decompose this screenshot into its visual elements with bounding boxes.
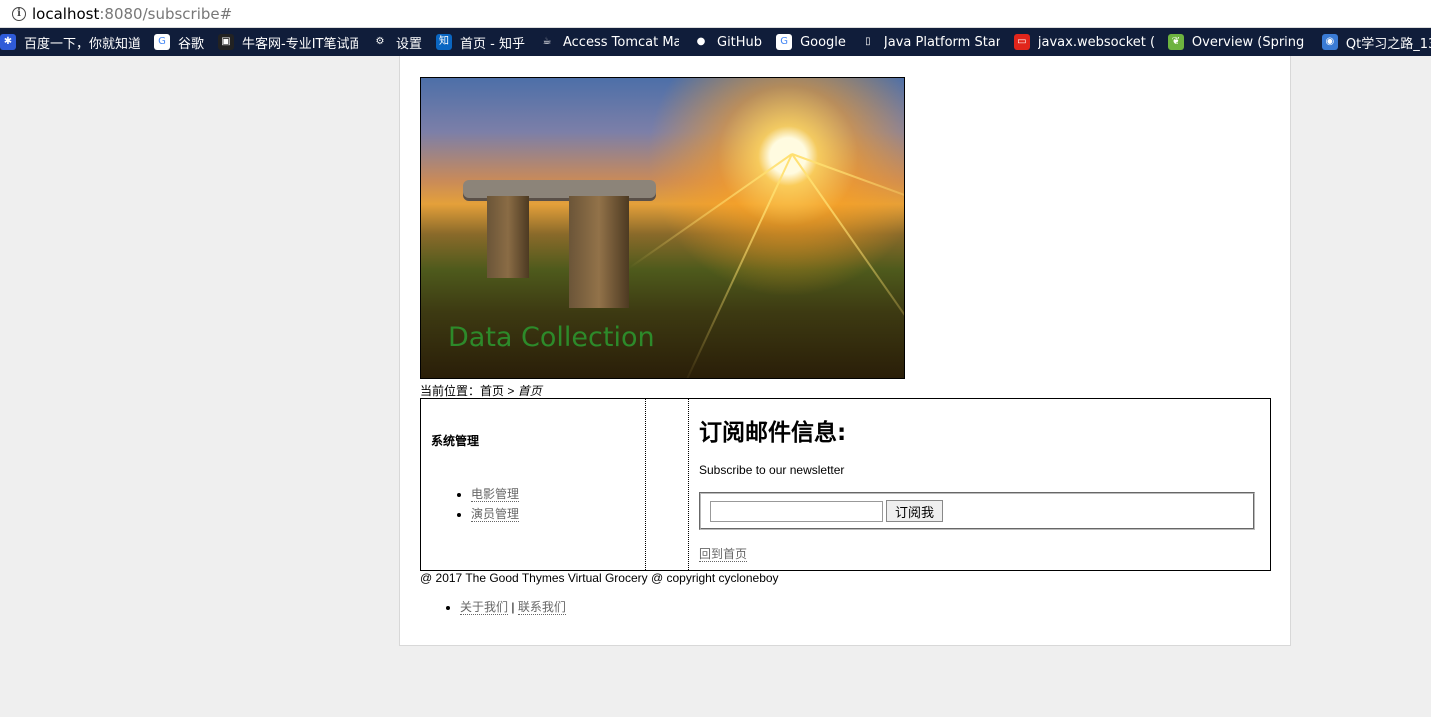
baidu-icon: ✱: [0, 34, 16, 50]
bookmark-label: 首页 - 知乎: [460, 36, 525, 52]
spacer-column: [646, 399, 689, 570]
address-bar[interactable]: i localhost:8080/subscribe#: [0, 0, 1431, 28]
oracle-icon: ▭: [1013, 34, 1030, 50]
breadcrumb-current: 首页: [517, 384, 542, 398]
gear-icon: ⚙: [372, 34, 389, 50]
main-content: 订阅邮件信息: Subscribe to our newsletter 订阅我 …: [689, 399, 1270, 570]
bookmark-item[interactable]: ✱ 百度一下，你就知道: [0, 28, 140, 56]
bookmark-item[interactable]: 知首页 - 知乎: [436, 28, 525, 56]
sidebar-menu: 电影管理 演员管理: [471, 484, 635, 524]
breadcrumb-prefix: 当前位置：首页 >: [420, 384, 518, 398]
bookmark-label: javax.websocket (Ja: [1037, 34, 1154, 50]
bookmark-label: Overview (Spring Fr: [1191, 34, 1308, 50]
movie-management-link[interactable]: 电影管理: [471, 487, 520, 502]
zhihu-icon: 知: [436, 34, 453, 50]
google-icon: G: [154, 34, 170, 50]
spring-icon: ❦: [1167, 34, 1184, 50]
bookmark-item[interactable]: ⚙ 设置: [372, 28, 422, 56]
breadcrumb: 当前位置：首页 > 首页: [420, 382, 542, 399]
bookmark-label: 牛客网-专业IT笔试面: [242, 36, 359, 52]
bookmark-item[interactable]: G 谷歌: [154, 28, 204, 56]
subscribe-description: Subscribe to our newsletter: [699, 463, 845, 477]
java-icon: ☕: [539, 34, 555, 50]
bookmark-item[interactable]: ▭ javax.websocket (Ja: [1013, 28, 1154, 56]
sidebar-item-actors: 演员管理: [471, 504, 635, 524]
bookmark-label: 设置: [396, 36, 423, 52]
back-home-link[interactable]: 回到首页: [699, 547, 748, 562]
bookmark-item[interactable]: ▯ Java Platform Stand: [859, 28, 1000, 56]
github-icon: ●: [693, 34, 709, 50]
google-icon: G: [776, 34, 793, 50]
content-layout: 系统管理 电影管理 演员管理 订阅邮件信息: Subscribe to our …: [420, 398, 1271, 571]
page-container: Data Collection 当前位置：首页 > 首页 系统管理 电影管理 演…: [399, 56, 1291, 646]
bookmarks-bar: ✱ 百度一下，你就知道 G 谷歌 ▣ 牛客网-专业IT笔试面 ⚙ 设置知首页 - 知乎 ☕ Acc…: [0, 28, 1431, 56]
bookmark-item[interactable]: ❦ Overview (Spring Fr: [1167, 28, 1308, 56]
document-icon: ▯: [859, 34, 876, 50]
about-us-link[interactable]: 关于我们: [460, 600, 509, 615]
bookmark-label: 谷歌: [178, 36, 205, 52]
bookmark-label: GitHub: [717, 34, 763, 50]
subscribe-form: 订阅我: [699, 492, 1255, 530]
url-text[interactable]: localhost:8080/subscribe#: [32, 5, 232, 23]
banner-image: Data Collection: [420, 77, 905, 379]
footer-copyright: @ 2017 The Good Thymes Virtual Grocery @…: [420, 571, 779, 585]
url-path: :8080/subscribe#: [99, 5, 233, 23]
bookmark-item[interactable]: ☕ Access Tomcat Man: [539, 28, 679, 56]
banner-title: Data Collection: [448, 322, 655, 353]
info-icon[interactable]: i: [12, 7, 26, 21]
bookmark-label: Qt学习之路_13(简易: [1345, 36, 1431, 52]
page-title: 订阅邮件信息:: [699, 420, 847, 446]
bookmark-item[interactable]: ◉ Qt学习之路_13(简易: [1321, 28, 1431, 56]
footer-links: 关于我们 | 联系我们: [460, 598, 566, 615]
email-input[interactable]: [710, 500, 883, 522]
sidebar: 系统管理 电影管理 演员管理: [421, 399, 646, 570]
footer-separator: |: [508, 600, 518, 614]
footer-link-item: 关于我们 | 联系我们: [460, 598, 566, 615]
url-host: localhost: [32, 5, 100, 23]
stone-bench-leg: [569, 196, 629, 308]
sidebar-item-movies: 电影管理: [471, 484, 635, 504]
bookmark-item[interactable]: ● GitHub: [693, 28, 762, 56]
qt-icon: ◉: [1321, 34, 1338, 50]
contact-us-link[interactable]: 联系我们: [517, 600, 566, 615]
bookmark-label: 百度一下，你就知道: [24, 36, 140, 52]
bookmark-label: Java Platform Stand: [883, 34, 1000, 50]
sidebar-title: 系统管理: [431, 434, 480, 448]
subscribe-button[interactable]: 订阅我: [886, 500, 944, 522]
nowcoder-icon: ▣: [218, 34, 235, 50]
actor-management-link[interactable]: 演员管理: [471, 507, 520, 522]
bookmark-label: Google: [800, 34, 846, 50]
stone-bench-leg: [487, 196, 529, 278]
bookmark-item[interactable]: ▣ 牛客网-专业IT笔试面: [218, 28, 358, 56]
bookmark-label: Access Tomcat Man: [563, 34, 679, 50]
bookmark-item[interactable]: G Google: [776, 28, 846, 56]
